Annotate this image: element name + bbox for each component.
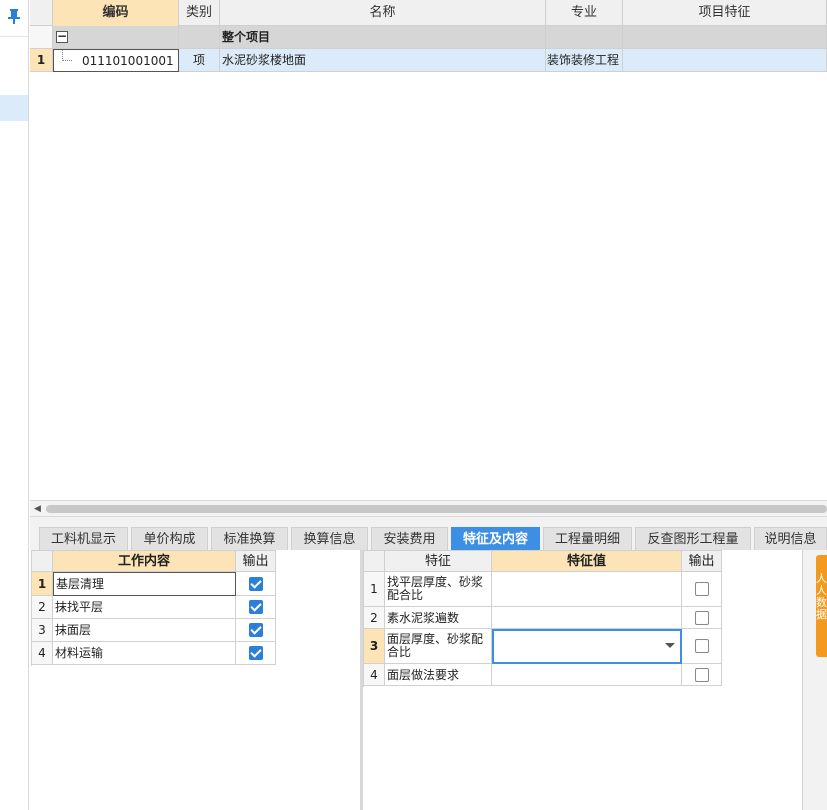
work-content-cell[interactable]: 基层清理 xyxy=(53,572,236,596)
panel-splitter[interactable] xyxy=(360,550,363,810)
group-label: 整个项目 xyxy=(220,26,546,49)
header-code[interactable]: 编码 xyxy=(53,0,179,26)
left-sidebar xyxy=(0,0,29,810)
group-type-cell xyxy=(179,26,220,49)
scrollbar-thumb[interactable] xyxy=(46,505,827,513)
header-type[interactable]: 类别 xyxy=(179,0,220,26)
sidebar-selected-item[interactable] xyxy=(0,95,28,121)
row-number: 4 xyxy=(32,642,53,665)
header-name[interactable]: 名称 xyxy=(220,0,546,26)
feature-name-cell[interactable]: 面层厚度、砂浆配合比 xyxy=(385,629,492,664)
output-cell xyxy=(236,642,276,665)
scroll-left-icon[interactable]: ◀ xyxy=(34,504,41,514)
dropdown-arrow-icon[interactable] xyxy=(665,643,675,648)
table-row[interactable]: 1 011101001001 项 水泥砂浆楼地面 装饰装修工程 xyxy=(30,49,827,72)
row-number: 3 xyxy=(32,619,53,642)
output-checkbox[interactable] xyxy=(695,611,709,625)
detail-tab-bar: 工料机显示 单价构成 标准换算 换算信息 安装费用 特征及内容 工程量明细 反查… xyxy=(30,516,827,551)
horizontal-scrollbar[interactable]: ◀ xyxy=(30,500,827,516)
work-content-cell[interactable]: 抹面层 xyxy=(53,619,236,642)
output-cell xyxy=(682,607,722,629)
output-cell xyxy=(236,572,276,596)
row-number: 3 xyxy=(364,629,385,664)
collapse-icon[interactable]: − xyxy=(56,30,68,43)
output-checkbox[interactable] xyxy=(249,646,263,660)
output-cell xyxy=(682,664,722,686)
header-feature-value[interactable]: 特征值 xyxy=(492,550,682,572)
detail-panel: 工作内容 输出 1 基层清理 2 抹找平层 3 抹面层 4 材料运输 特征 特征… xyxy=(30,550,827,810)
code-value: 011101001001 xyxy=(82,54,174,68)
row-number: 1 xyxy=(364,572,385,607)
output-checkbox[interactable] xyxy=(249,577,263,591)
work-content-table: 工作内容 输出 1 基层清理 2 抹找平层 3 抹面层 4 材料运输 xyxy=(31,550,276,666)
output-cell xyxy=(682,629,722,664)
row-number: 2 xyxy=(364,607,385,629)
collapse-cell: − xyxy=(53,26,179,49)
group-specialty-cell xyxy=(546,26,623,49)
output-checkbox[interactable] xyxy=(249,600,263,614)
row-number-header xyxy=(30,0,53,26)
header-feature[interactable]: 项目特征 xyxy=(623,0,827,26)
row-number-header xyxy=(32,550,53,572)
output-cell xyxy=(236,619,276,642)
header-output[interactable]: 输出 xyxy=(236,550,276,572)
row-number: 1 xyxy=(30,49,53,72)
feature-value-cell[interactable] xyxy=(492,664,682,686)
feature-name-cell[interactable]: 素水泥浆遍数 xyxy=(385,607,492,629)
tab-standard-conversion[interactable]: 标准换算 xyxy=(211,527,288,551)
tab-unit-price[interactable]: 单价构成 xyxy=(131,527,208,551)
tab-features-content[interactable]: 特征及内容 xyxy=(451,527,540,551)
group-row[interactable]: − 整个项目 xyxy=(30,26,827,49)
grid-header: 编码 类别 名称 专业 项目特征 xyxy=(30,0,827,26)
output-checkbox[interactable] xyxy=(249,623,263,637)
row-number xyxy=(30,26,53,49)
feature-value-cell[interactable] xyxy=(492,572,682,607)
output-checkbox[interactable] xyxy=(695,668,709,682)
tab-quantity-detail[interactable]: 工程量明细 xyxy=(543,527,632,551)
group-feature-cell xyxy=(623,26,827,49)
feature-value-dropdown[interactable] xyxy=(492,629,682,664)
header-specialty[interactable]: 专业 xyxy=(546,0,623,26)
side-tab-label: 人人数据 xyxy=(816,572,827,621)
features-table: 特征 特征值 输出 1 找平层厚度、砂浆配合比 2 素水泥浆遍数 3 面层厚度、… xyxy=(363,550,722,687)
row-number: 4 xyxy=(364,664,385,686)
tab-installation-fee[interactable]: 安装费用 xyxy=(371,527,448,551)
feature-value-cell[interactable] xyxy=(492,607,682,629)
tree-connector xyxy=(62,50,72,61)
specialty-cell[interactable]: 装饰装修工程 xyxy=(546,49,623,72)
row-number: 2 xyxy=(32,596,53,619)
output-cell xyxy=(236,596,276,619)
output-cell xyxy=(682,572,722,607)
bill-items-grid: 编码 类别 名称 专业 项目特征 − 整个项目 1 011101001001 项… xyxy=(30,0,827,500)
row-number-header xyxy=(364,550,385,572)
name-cell[interactable]: 水泥砂浆楼地面 xyxy=(220,49,546,72)
output-checkbox[interactable] xyxy=(695,639,709,653)
sidebar-divider xyxy=(0,36,28,37)
tab-conversion-info[interactable]: 换算信息 xyxy=(291,527,368,551)
type-cell[interactable]: 项 xyxy=(179,49,220,72)
work-content-cell[interactable]: 材料运输 xyxy=(53,642,236,665)
feature-name-cell[interactable]: 面层做法要求 xyxy=(385,664,492,686)
header-work-content[interactable]: 工作内容 xyxy=(53,550,236,572)
header-feature[interactable]: 特征 xyxy=(385,550,492,572)
tab-description[interactable]: 说明信息 xyxy=(754,527,827,551)
row-number: 1 xyxy=(32,572,53,596)
pin-icon[interactable] xyxy=(6,8,22,24)
output-checkbox[interactable] xyxy=(695,582,709,596)
feature-cell[interactable] xyxy=(623,49,827,72)
feature-name-cell[interactable]: 找平层厚度、砂浆配合比 xyxy=(385,572,492,607)
header-output[interactable]: 输出 xyxy=(682,550,722,572)
tab-labor-material[interactable]: 工料机显示 xyxy=(39,527,128,551)
code-cell[interactable]: 011101001001 xyxy=(53,49,179,72)
side-float-tab[interactable]: 人人数据 xyxy=(816,555,827,657)
tab-reverse-lookup[interactable]: 反查图形工程量 xyxy=(635,527,751,551)
work-content-cell[interactable]: 抹找平层 xyxy=(53,596,236,619)
